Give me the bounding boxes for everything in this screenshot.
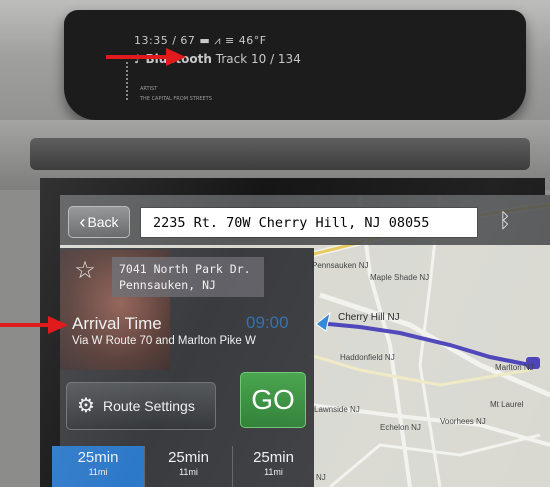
route-option-time: 25min	[168, 449, 209, 466]
map-label: Maple Shade NJ	[370, 273, 430, 282]
route-option-1[interactable]: 25min 11mi	[52, 446, 144, 487]
route-option-2[interactable]: 25min 11mi	[144, 446, 232, 487]
map-label: Lawnside NJ	[314, 405, 360, 414]
route-settings-label: Route Settings	[103, 398, 195, 414]
route-settings-button[interactable]: ⚙ Route Settings	[66, 382, 216, 430]
map-label: Marlton NJ	[495, 363, 534, 372]
route-via-text: Via W Route 70 and Marlton Pike W	[72, 335, 256, 347]
arrival-time-value: 09:00	[246, 313, 289, 332]
route-option-time: 25min	[77, 449, 119, 466]
bluetooth-icon: ᛒ	[499, 210, 511, 232]
map-label: Mt Laurel	[490, 400, 524, 409]
route-option-distance: 11mi	[88, 467, 108, 477]
annotation-arrow-cluster	[106, 48, 186, 66]
saved-place-line2: Pennsauken, NJ	[119, 278, 216, 292]
cluster-track-label: Track 10 / 134	[215, 52, 301, 66]
map-label: Echelon NJ	[380, 423, 421, 432]
map-label: Pennsauken NJ	[312, 261, 369, 270]
arrival-time-label: Arrival Time	[72, 314, 162, 333]
route-option-distance: 11mi	[179, 467, 198, 477]
cluster-artist-line: ARTIST	[140, 86, 158, 92]
back-button[interactable]: ‹ Back	[68, 206, 130, 238]
photo-scene: 13:35 / 67 ▬ ⩘ ≡ 46°F ♪ Bluetooth Track …	[0, 0, 550, 487]
cluster-song-line: THE CAPITAL FROM STREETS	[140, 96, 212, 102]
go-button[interactable]: GO	[240, 372, 306, 428]
route-option-3[interactable]: 25min 11mi	[232, 446, 314, 487]
route-option-time: 25min	[253, 449, 294, 466]
map-label: Haddonfield NJ	[340, 353, 395, 362]
map-label: NJ	[316, 473, 326, 482]
saved-place-line1: 7041 North Park Dr.	[119, 262, 251, 276]
dashboard-vent-strip	[30, 138, 530, 170]
back-label: Back	[87, 214, 119, 230]
map-label: Cherry Hill NJ	[338, 312, 400, 323]
destination-address-box: 2235 Rt. 70W Cherry Hill, NJ 08055	[140, 207, 478, 238]
saved-place-card: 7041 North Park Dr. Pennsauken, NJ	[112, 257, 264, 297]
annotation-arrow-arrival	[0, 316, 68, 334]
route-option-distance: 11mi	[264, 467, 283, 477]
favorite-star-icon[interactable]: ☆	[72, 258, 98, 284]
chevron-left-icon: ‹	[79, 212, 86, 232]
gear-icon: ⚙	[77, 395, 95, 417]
map-label: Voorhees NJ	[440, 417, 486, 426]
